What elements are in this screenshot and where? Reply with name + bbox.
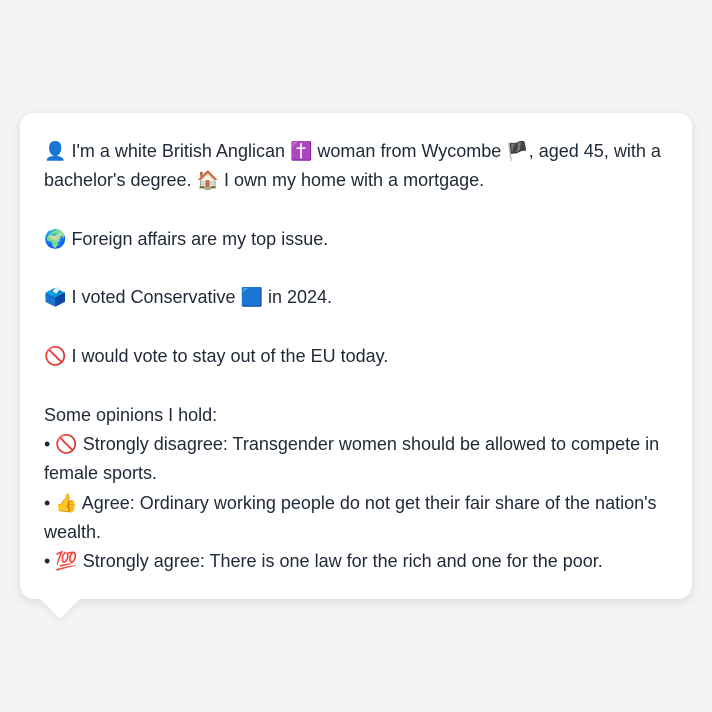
issue-text: Foreign affairs are my top issue. <box>71 228 329 249</box>
message-bubble: 👤 I'm a white British Anglican ✝️ woman … <box>20 113 692 599</box>
opinion-text: Strongly disagree: Transgender women sho… <box>44 433 660 484</box>
ballot-box-icon: 🗳️ <box>44 287 67 309</box>
prohibited-icon: 🚫 <box>55 433 78 455</box>
issue-line: 🌍 Foreign affairs are my top issue. <box>44 225 668 254</box>
blue-square-icon: 🟦 <box>240 287 263 309</box>
eu-line: 🚫 I would vote to stay out of the EU tod… <box>44 342 668 371</box>
eu-text: I would vote to stay out of the EU today… <box>71 346 389 367</box>
profile-line: 👤 I'm a white British Anglican ✝️ woman … <box>44 137 668 196</box>
profile-text-d: I own my home with a mortgage. <box>224 170 485 191</box>
prohibited-icon: 🚫 <box>44 346 67 368</box>
bullet: • <box>44 492 51 513</box>
hundred-points-icon: 💯 <box>55 551 78 573</box>
england-flag-icon: 🏴 <box>506 141 529 162</box>
thumbs-up-icon: 👍 <box>55 492 78 514</box>
opinion-item: • 🚫 Strongly disagree: Transgender women… <box>44 430 668 489</box>
cross-icon: ✝️ <box>289 141 313 162</box>
person-icon: 👤 <box>44 141 67 162</box>
bullet: • <box>44 433 51 454</box>
vote-text-b: in 2024. <box>267 287 333 308</box>
bubble-tail <box>40 599 80 619</box>
bullet: • <box>44 551 51 572</box>
opinion-text: Strongly agree: There is one law for the… <box>82 551 603 572</box>
globe-icon: 🌍 <box>44 228 67 250</box>
opinion-item: • 💯 Strongly agree: There is one law for… <box>44 547 668 576</box>
opinion-item: • 👍 Agree: Ordinary working people do no… <box>44 489 668 548</box>
vote-line: 🗳️ I voted Conservative 🟦 in 2024. <box>44 283 668 312</box>
vote-text-a: I voted Conservative <box>71 287 236 308</box>
opinion-text: Agree: Ordinary working people do not ge… <box>44 492 657 542</box>
house-icon: 🏠 <box>196 170 219 192</box>
opinions-heading: Some opinions I hold: <box>44 404 218 425</box>
profile-text-a: I'm a white British Anglican <box>71 141 285 161</box>
profile-text-b: woman from Wycombe <box>317 141 502 161</box>
